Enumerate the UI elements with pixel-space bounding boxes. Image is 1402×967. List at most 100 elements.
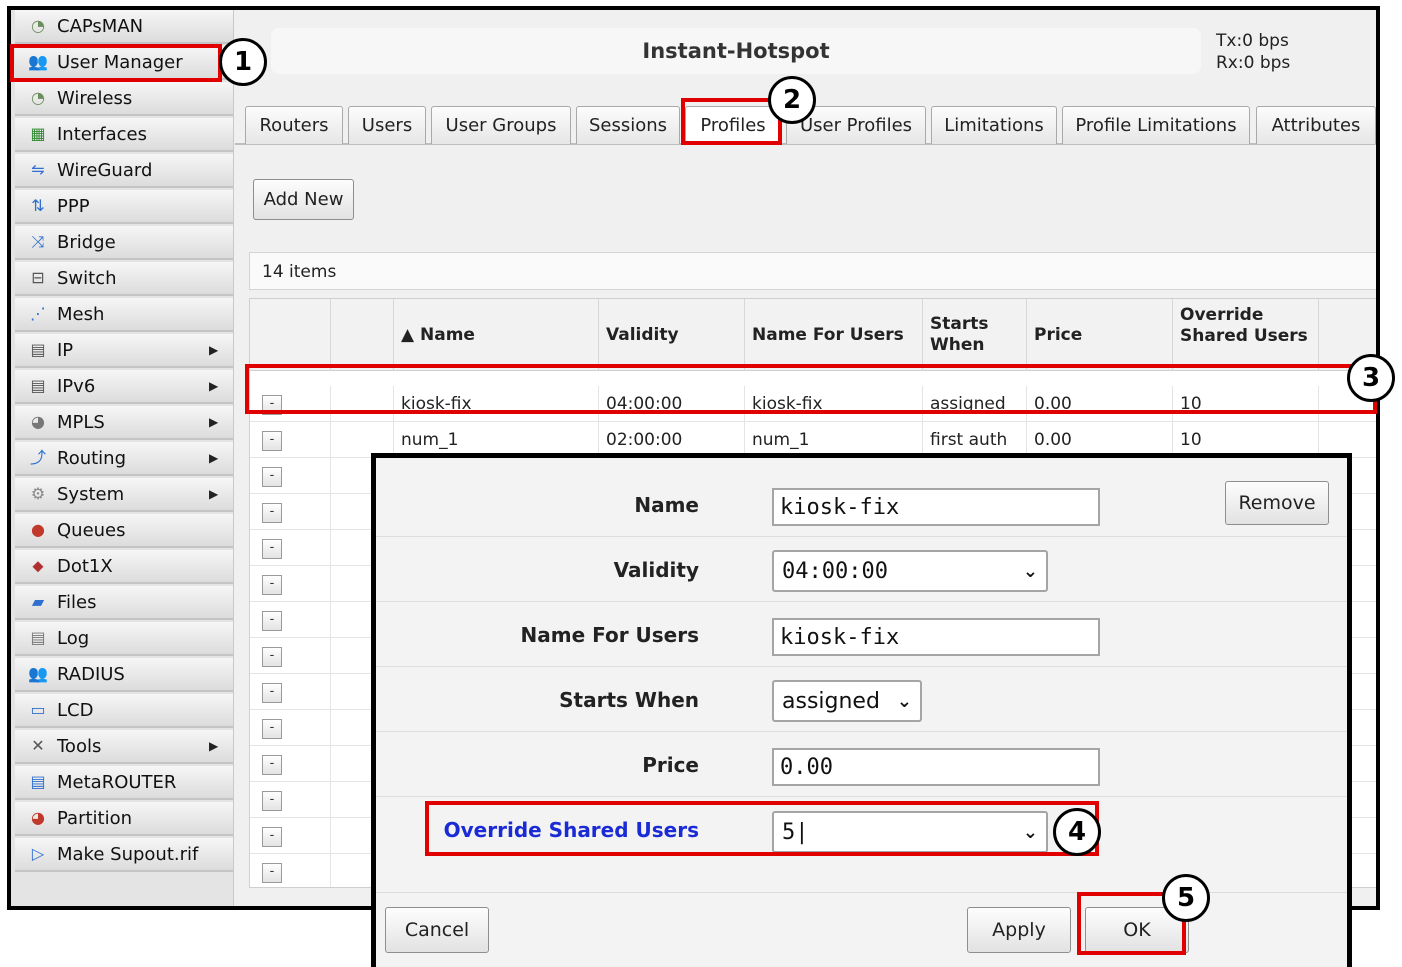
row-select-button[interactable]: - bbox=[262, 431, 282, 451]
sidebar-item-lcd[interactable]: ▭ LCD bbox=[15, 694, 233, 728]
sidebar-item-wireguard[interactable]: ⇋ WireGuard bbox=[15, 154, 233, 188]
tab-profile-limitations[interactable]: Profile Limitations bbox=[1062, 106, 1250, 144]
table-header: ▲ Name Validity Name For Users Starts Wh… bbox=[250, 299, 1376, 371]
dot1x-icon: ⬥ bbox=[32, 556, 44, 575]
submenu-arrow-icon: ▶ bbox=[209, 739, 219, 753]
row-select-button[interactable]: - bbox=[262, 827, 282, 847]
cancel-button[interactable]: Cancel bbox=[385, 907, 489, 953]
row-select-button[interactable]: - bbox=[262, 539, 282, 559]
sidebar-item-queues[interactable]: ● Queues bbox=[15, 514, 233, 548]
row-select-button[interactable]: - bbox=[262, 791, 282, 811]
sidebar-item-label: Dot1X bbox=[57, 555, 113, 577]
row-select-button[interactable]: - bbox=[262, 503, 282, 523]
starts-when-select[interactable]: assigned ⌄ bbox=[772, 680, 922, 722]
sidebar-item-label: Wireless bbox=[57, 87, 133, 109]
sidebar-item-mesh[interactable]: ⋰ Mesh bbox=[15, 298, 233, 332]
files-icon: ▰ bbox=[31, 592, 45, 611]
row-select-button[interactable]: - bbox=[262, 647, 282, 667]
sidebar-item-label: Queues bbox=[57, 519, 126, 541]
supout-icon: ▷ bbox=[31, 844, 45, 863]
sidebar-menu: ◔ CAPsMAN 👥 User Manager ◔ Wireless ▦ Interface… bbox=[11, 10, 234, 906]
validity-select[interactable]: 04:00:00 ⌄ bbox=[772, 550, 1048, 592]
row-cell-price: 0.00 bbox=[1026, 386, 1172, 422]
sidebar-item-label: Partition bbox=[57, 807, 133, 829]
row-select-button[interactable]: - bbox=[262, 863, 282, 883]
starts-when-value: assigned bbox=[782, 688, 880, 714]
interfaces-icon: ▦ bbox=[30, 124, 46, 143]
step-1-badge: 1 bbox=[219, 38, 267, 86]
sidebar-item-label: RADIUS bbox=[57, 663, 125, 685]
column-header-validity[interactable]: Validity bbox=[598, 299, 744, 371]
tab-routers[interactable]: Routers bbox=[245, 106, 343, 144]
table-row[interactable]: - kiosk-fix 04:00:00 kiosk-fix assigned … bbox=[250, 386, 1376, 422]
sidebar-item-label: Routing bbox=[57, 447, 127, 469]
tab-attributes[interactable]: Attributes bbox=[1256, 106, 1376, 144]
override-shared-users-select[interactable]: 5| ⌄ bbox=[772, 811, 1048, 853]
queues-icon: ● bbox=[31, 520, 45, 539]
row-select-button[interactable]: - bbox=[262, 755, 282, 775]
row-cell-override-shared-users: 10 bbox=[1172, 386, 1318, 422]
step-3-badge: 3 bbox=[1347, 354, 1395, 402]
row-cell-starts-when: assigned bbox=[922, 386, 1026, 422]
add-new-button[interactable]: Add New bbox=[253, 179, 354, 220]
row-select-button[interactable]: - bbox=[262, 575, 282, 595]
apply-button[interactable]: Apply bbox=[967, 907, 1071, 953]
sidebar-item-mpls[interactable]: ◕ MPLS ▶ bbox=[15, 406, 233, 440]
traffic-readout: Tx:0 bps Rx:0 bps bbox=[1216, 30, 1290, 74]
sidebar-item-bridge[interactable]: ⤨ Bridge bbox=[15, 226, 233, 260]
sidebar-item-label: Files bbox=[57, 591, 97, 613]
sidebar-item-system[interactable]: ⚙ System ▶ bbox=[15, 478, 233, 512]
submenu-arrow-icon: ▶ bbox=[209, 487, 219, 501]
sidebar-item-radius[interactable]: 👥 RADIUS bbox=[15, 658, 233, 692]
sidebar-item-partition[interactable]: ◕ Partition bbox=[15, 802, 233, 836]
sidebar-item-wireless[interactable]: ◔ Wireless bbox=[15, 82, 233, 116]
sidebar-item-interfaces[interactable]: ▦ Interfaces bbox=[15, 118, 233, 152]
field-row-override-shared-users: Override Shared Users 5| ⌄ bbox=[376, 797, 1347, 862]
sidebar-item-make-supout-rif[interactable]: ▷ Make Supout.rif bbox=[15, 838, 233, 872]
sidebar-item-ip[interactable]: ▤ IP ▶ bbox=[15, 334, 233, 368]
row-select-button[interactable]: - bbox=[262, 683, 282, 703]
items-count: 14 items bbox=[249, 252, 1376, 290]
sidebar-item-label: System bbox=[57, 483, 125, 505]
row-select-button[interactable]: - bbox=[262, 611, 282, 631]
validity-value: 04:00:00 bbox=[782, 558, 888, 584]
tab-user-groups[interactable]: User Groups bbox=[431, 106, 571, 144]
sidebar-item-capsman[interactable]: ◔ CAPsMAN bbox=[15, 10, 233, 44]
field-row-name-for-users: Name For Users kiosk-fix bbox=[376, 602, 1347, 667]
sidebar-item-label: MPLS bbox=[57, 411, 105, 433]
sidebar-item-user-manager[interactable]: 👥 User Manager bbox=[15, 46, 233, 80]
column-header-name[interactable]: ▲ Name bbox=[393, 299, 598, 371]
tab-sessions[interactable]: Sessions bbox=[576, 106, 680, 144]
row-cell-validity: 04:00:00 bbox=[598, 386, 744, 422]
tab-limitations[interactable]: Limitations bbox=[931, 106, 1057, 144]
sidebar-item-switch[interactable]: ⊟ Switch bbox=[15, 262, 233, 296]
row-cell-name-for-users: kiosk-fix bbox=[744, 386, 922, 422]
name-for-users-field[interactable]: kiosk-fix bbox=[772, 618, 1100, 656]
column-header-override-shared-users[interactable]: Override Shared Users bbox=[1172, 299, 1318, 371]
row-select-button[interactable]: - bbox=[262, 395, 282, 415]
column-header-starts-when[interactable]: Starts When bbox=[922, 299, 1026, 371]
sidebar-item-log[interactable]: ▤ Log bbox=[15, 622, 233, 656]
page-title: Instant-Hotspot bbox=[271, 28, 1201, 74]
sidebar-item-ppp[interactable]: ⇅ PPP bbox=[15, 190, 233, 224]
price-field[interactable]: 0.00 bbox=[772, 748, 1100, 786]
sidebar-item-metarouter[interactable]: ▤ MetaROUTER bbox=[15, 766, 233, 800]
chevron-down-icon: ⌄ bbox=[1022, 821, 1038, 843]
column-header-name-for-users[interactable]: Name For Users bbox=[744, 299, 922, 371]
sidebar-item-dot1x[interactable]: ⬥ Dot1X bbox=[15, 550, 233, 584]
sidebar-item-label: Make Supout.rif bbox=[57, 843, 199, 865]
sidebar-item-tools[interactable]: ✕ Tools ▶ bbox=[15, 730, 233, 764]
row-select-button[interactable]: - bbox=[262, 719, 282, 739]
row-select-button[interactable]: - bbox=[262, 467, 282, 487]
sidebar-item-label: PPP bbox=[57, 195, 90, 217]
column-header-price[interactable]: Price bbox=[1026, 299, 1172, 371]
sidebar-item-label: LCD bbox=[57, 699, 94, 721]
name-field[interactable]: kiosk-fix bbox=[772, 488, 1100, 526]
remove-button[interactable]: Remove bbox=[1225, 481, 1329, 525]
tab-profiles[interactable]: Profiles bbox=[685, 106, 781, 144]
wireguard-icon: ⇋ bbox=[31, 160, 45, 179]
sidebar-item-ipv6[interactable]: ▤ IPv6 ▶ bbox=[15, 370, 233, 404]
tab-users[interactable]: Users bbox=[348, 106, 426, 144]
sidebar-item-routing[interactable]: ⤴ Routing ▶ bbox=[15, 442, 233, 476]
sidebar-item-files[interactable]: ▰ Files bbox=[15, 586, 233, 620]
